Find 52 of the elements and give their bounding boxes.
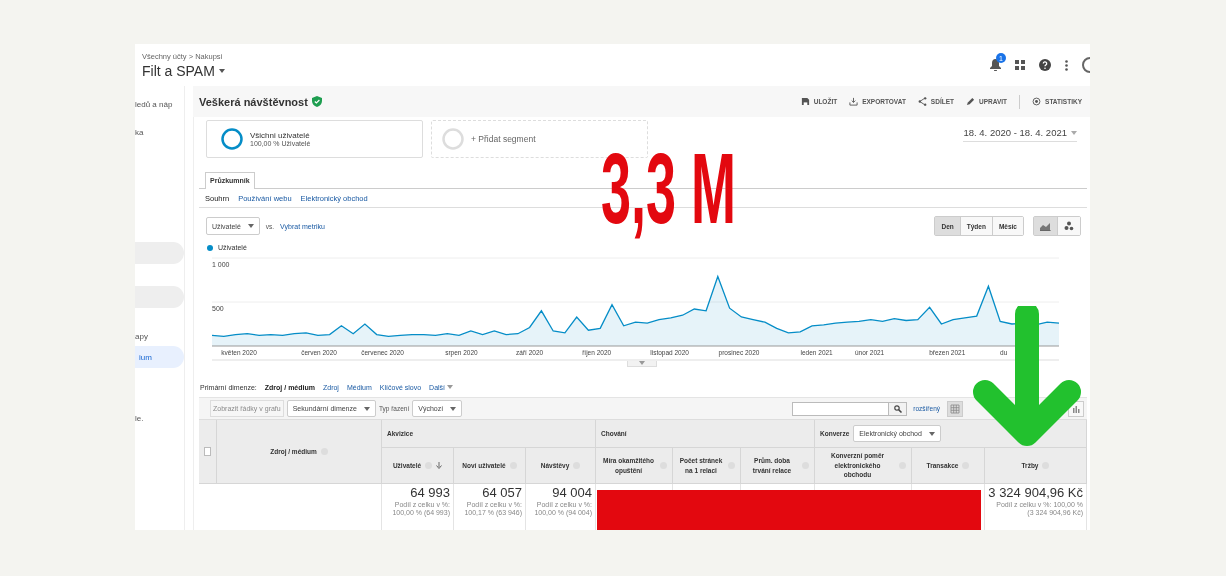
search-icon [893, 404, 902, 413]
bubbles-icon [1064, 221, 1074, 231]
insights-icon [1032, 97, 1042, 106]
date-range-picker[interactable]: 18. 4. 2020 - 18. 4. 2021 [963, 127, 1077, 142]
legend-dot [207, 244, 213, 251]
caret-icon [218, 68, 225, 73]
verified-icon [311, 96, 322, 107]
segment-ring-icon [442, 128, 464, 150]
caret-icon [450, 406, 457, 411]
help-icon [1039, 59, 1051, 71]
share-icon [917, 97, 927, 106]
sidebar-item[interactable]: ium [135, 346, 184, 368]
more-button[interactable] [1065, 59, 1068, 71]
more-icon [1065, 59, 1068, 71]
bars-icon [1071, 403, 1081, 414]
caret-icon [928, 431, 935, 436]
apps-button[interactable] [1015, 60, 1025, 70]
caret-icon [1071, 130, 1077, 135]
sort-arrow-icon [436, 462, 443, 469]
total-value: 64 993 [410, 486, 450, 501]
resize-handle[interactable] [627, 361, 657, 367]
chart-mode-button[interactable] [1058, 217, 1080, 235]
pencil-icon [966, 97, 975, 106]
select-all-checkbox[interactable] [204, 447, 211, 456]
caret-icon [247, 224, 254, 228]
apps-icon [1015, 60, 1025, 70]
view-button[interactable] [947, 400, 963, 417]
caret-icon [639, 361, 645, 365]
table-search-field[interactable] [792, 401, 908, 416]
sidebar-item[interactable]: ledů a náp [135, 98, 184, 110]
line-chart-icon [1040, 221, 1051, 231]
caret-icon [363, 406, 370, 411]
total-value: 94 004 [552, 486, 592, 501]
save-icon [800, 97, 810, 106]
segment-name: + Přidat segment [471, 134, 536, 144]
segment-ring-icon [221, 128, 243, 150]
bell-icon [990, 59, 1001, 71]
property-selector[interactable]: Filt a SPAM [142, 62, 225, 79]
grid-icon [950, 403, 960, 414]
total-value: 64 057 [482, 486, 522, 501]
total-value: 3 324 904,96 Kč [988, 486, 1083, 501]
caret-icon [447, 385, 454, 389]
help-button[interactable] [1039, 59, 1051, 71]
notifications-button[interactable] [990, 59, 1001, 71]
sidebar-item[interactable]: le. [135, 412, 184, 424]
download-icon [849, 97, 859, 106]
sidebar-item[interactable]: apy [135, 330, 184, 342]
report-title: Veškerá návštěvnost [199, 95, 308, 108]
segment-name: Všichni uživatelé [250, 131, 311, 140]
sidebar-item[interactable]: ka [135, 126, 184, 138]
chart-mode-button[interactable] [1034, 217, 1058, 235]
arrow-down-icon [973, 306, 1081, 448]
